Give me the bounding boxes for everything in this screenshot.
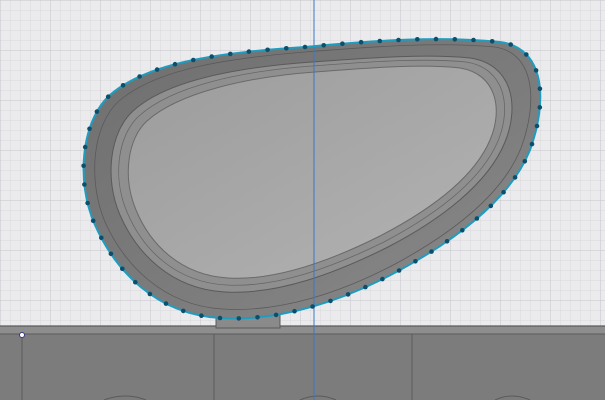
spline-control-point[interactable] (474, 216, 480, 221)
spline-control-point[interactable] (90, 218, 96, 224)
spline-control-point[interactable] (444, 239, 450, 244)
spline-control-point[interactable] (85, 200, 90, 206)
spline-control-point[interactable] (534, 123, 540, 129)
spline-control-point[interactable] (321, 43, 327, 48)
spline-control-point[interactable] (120, 83, 126, 88)
spline-control-point[interactable] (87, 126, 92, 132)
spline-control-point[interactable] (508, 42, 513, 47)
spline-control-point[interactable] (199, 313, 204, 319)
spline-control-point[interactable] (209, 54, 214, 59)
spline-control-point[interactable] (345, 292, 351, 297)
vertex-marker[interactable] (19, 332, 25, 338)
spline-control-point[interactable] (99, 235, 104, 241)
spline-control-point[interactable] (236, 316, 242, 321)
spline-control-point[interactable] (524, 52, 529, 57)
spline-control-point[interactable] (265, 47, 270, 53)
spline-control-point[interactable] (377, 38, 383, 44)
spline-control-point[interactable] (94, 109, 100, 114)
spline-control-point[interactable] (81, 163, 86, 169)
spline-control-point[interactable] (429, 249, 434, 254)
spline-control-point[interactable] (191, 57, 196, 63)
spline-control-point[interactable] (108, 251, 114, 257)
spline-control-point[interactable] (246, 49, 252, 54)
spline-control-point[interactable] (154, 67, 160, 72)
spline-control-point[interactable] (380, 276, 385, 282)
spline-control-point[interactable] (533, 68, 539, 73)
spline-control-point[interactable] (228, 51, 233, 57)
spline-control-point[interactable] (255, 315, 260, 320)
spline-control-point[interactable] (460, 228, 465, 233)
spline-control-point[interactable] (396, 268, 402, 273)
spline-control-point[interactable] (489, 39, 495, 44)
spline-control-point[interactable] (181, 308, 186, 314)
spline-control-point[interactable] (147, 291, 153, 297)
spline-control-point[interactable] (537, 105, 543, 110)
spline-control-point[interactable] (512, 175, 518, 180)
spline-control-point[interactable] (433, 36, 439, 42)
spline-control-point[interactable] (172, 61, 178, 67)
spline-control-point[interactable] (120, 266, 125, 272)
spline-control-point[interactable] (302, 44, 308, 50)
spline-control-point[interactable] (363, 284, 368, 290)
base-block-top-edge (0, 326, 605, 334)
base-block[interactable] (0, 325, 605, 400)
spline-control-point[interactable] (217, 315, 223, 321)
spline-control-point[interactable] (328, 298, 333, 304)
spline-control-point[interactable] (396, 37, 401, 43)
spline-control-point[interactable] (82, 182, 87, 187)
spline-control-point[interactable] (163, 301, 169, 306)
cad-viewport[interactable] (0, 0, 605, 400)
base-block-body[interactable] (0, 326, 605, 400)
spline-control-point[interactable] (105, 94, 111, 99)
spline-control-point[interactable] (82, 144, 88, 150)
spline-control-point[interactable] (413, 259, 418, 264)
spline-control-point[interactable] (529, 141, 535, 147)
spline-control-point[interactable] (137, 74, 142, 79)
spline-control-point[interactable] (522, 159, 528, 164)
spline-control-point[interactable] (284, 46, 289, 51)
spline-control-point[interactable] (537, 86, 543, 91)
spline-control-point[interactable] (415, 37, 420, 42)
spline-control-point[interactable] (452, 37, 458, 42)
spline-control-point[interactable] (310, 304, 315, 309)
spline-control-point[interactable] (358, 39, 364, 45)
viewport-canvas[interactable] (0, 0, 605, 400)
spline-control-point[interactable] (501, 189, 506, 195)
spline-control-point[interactable] (133, 279, 138, 285)
spline-control-point[interactable] (471, 37, 476, 43)
spline-control-point[interactable] (292, 308, 297, 314)
spline-control-point[interactable] (273, 312, 279, 318)
spline-control-point[interactable] (488, 203, 494, 209)
spline-control-point[interactable] (340, 41, 345, 46)
